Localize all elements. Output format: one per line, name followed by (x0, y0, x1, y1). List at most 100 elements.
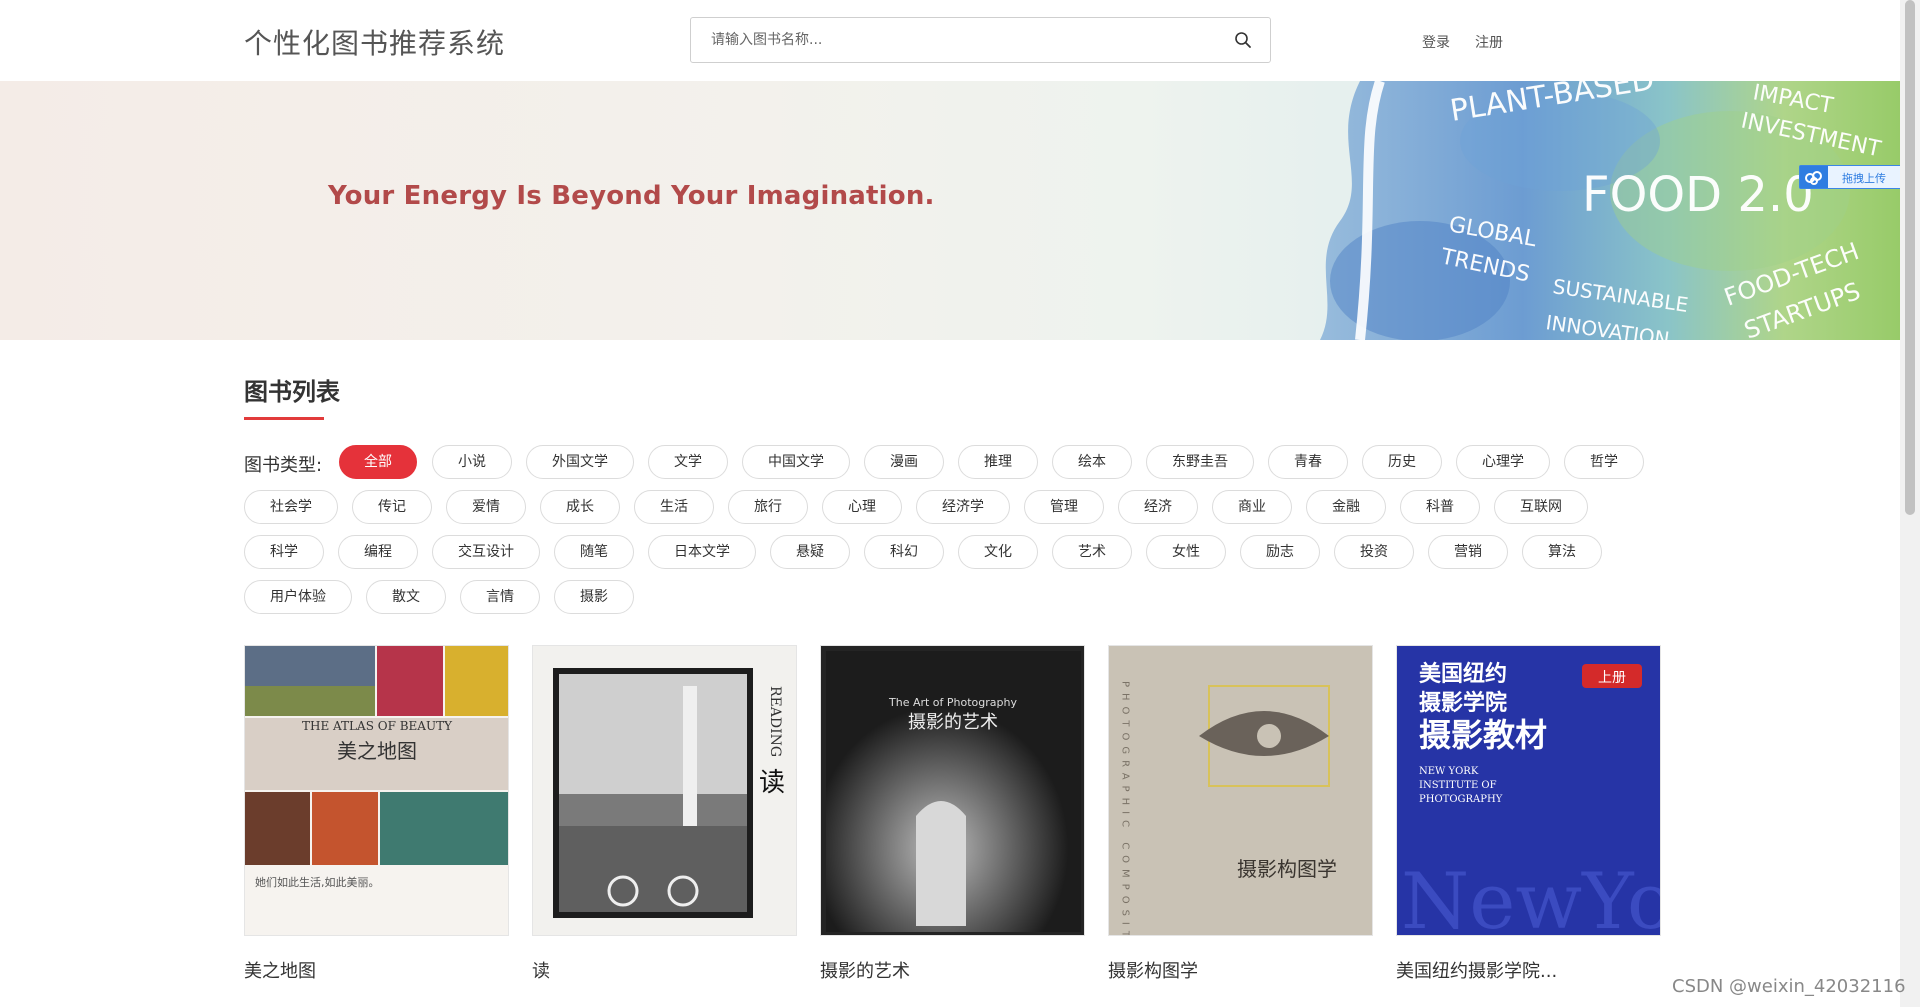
tag-item[interactable]: 绘本 (1052, 445, 1132, 479)
tag-item[interactable]: 心理 (822, 490, 902, 524)
cover-line: 摄影构图学 (1237, 857, 1337, 881)
tag-item[interactable]: 言情 (460, 580, 540, 614)
tag-item[interactable]: 投资 (1334, 535, 1414, 569)
tag-item[interactable]: 艺术 (1052, 535, 1132, 569)
search-input[interactable] (691, 18, 1211, 62)
tag-item[interactable]: 全部 (339, 445, 417, 479)
tag-item[interactable]: 营销 (1428, 535, 1508, 569)
cover-line: 摄影的艺术 (908, 712, 998, 733)
tag-item[interactable]: 旅行 (728, 490, 808, 524)
tag-item[interactable]: 日本文学 (648, 535, 756, 569)
banner-artwork: PLANT-BASED IMPACT INVESTMENT FOOD 2.0 G… (1320, 81, 1900, 340)
csdn-watermark: CSDN @weixin_42032116 (1672, 976, 1906, 997)
upload-badge-label: 拖拽上传 (1842, 172, 1886, 185)
cover-line: 她们如此生活,如此美丽。 (255, 875, 380, 889)
book-card[interactable]: The Art of Photography 摄影的艺术 摄影的艺术 (820, 645, 1085, 982)
tag-item[interactable]: 经济学 (916, 490, 1010, 524)
tag-item[interactable]: 交互设计 (432, 535, 540, 569)
tag-item[interactable]: 传记 (352, 490, 432, 524)
tag-item[interactable]: 互联网 (1494, 490, 1588, 524)
tag-item[interactable]: 心理学 (1456, 445, 1550, 479)
tag-item[interactable]: 小说 (432, 445, 512, 479)
search-box[interactable] (690, 17, 1271, 63)
tag-item[interactable]: 哲学 (1564, 445, 1644, 479)
book-title[interactable]: 读 (532, 957, 550, 983)
tag-item[interactable]: 历史 (1362, 445, 1442, 479)
cover-line: 摄影教材 (1419, 716, 1547, 754)
tag-item[interactable]: 算法 (1522, 535, 1602, 569)
tag-item[interactable]: 文学 (648, 445, 728, 479)
tag-item[interactable]: 摄影 (554, 580, 634, 614)
tag-item[interactable]: 金融 (1306, 490, 1386, 524)
tag-item[interactable]: 爱情 (446, 490, 526, 524)
cover-line: 美之地图 (337, 739, 417, 763)
cover-line: THE ATLAS OF BEAUTY (302, 719, 453, 733)
cover-line: 上册 (1598, 670, 1626, 686)
tag-item[interactable]: 社会学 (244, 490, 338, 524)
book-type-label: 图书类型: (244, 455, 323, 476)
site-title[interactable]: 个性化图书推荐系统 (244, 22, 505, 62)
tag-item[interactable]: 科幻 (864, 535, 944, 569)
upload-badge[interactable]: 拖拽上传 (1799, 165, 1903, 189)
cover-line: PHOTOGRAPHIC COMPOSITION (1120, 681, 1131, 936)
register-link[interactable]: 注册 (1475, 32, 1503, 52)
tag-item[interactable]: 悬疑 (770, 535, 850, 569)
tag-item[interactable]: 外国文学 (526, 445, 634, 479)
book-cover[interactable]: 上册 美国纽约 摄影学院 摄影教材 NEW YORK INSTITUTE OF … (1396, 645, 1661, 936)
section-title: 图书列表 (244, 378, 340, 406)
book-card[interactable]: 上册 美国纽约 摄影学院 摄影教材 NEW YORK INSTITUTE OF … (1396, 645, 1661, 982)
tag-item[interactable]: 用户体验 (244, 580, 352, 614)
cover-line: 摄影学院 (1419, 690, 1507, 716)
book-cover[interactable]: THE ATLAS OF BEAUTY 美之地图 她们如此生活,如此美丽。 (244, 645, 509, 936)
cloud-upload-icon (1800, 166, 1828, 188)
hero-banner: Your Energy Is Beyond Your Imagination. … (0, 81, 1900, 340)
cover-line: PHOTOGRAPHY (1419, 794, 1503, 805)
tag-item[interactable]: 励志 (1240, 535, 1320, 569)
book-cover-art: READING 读 (533, 646, 796, 935)
book-cover[interactable]: PHOTOGRAPHIC COMPOSITION 摄影构图学 (1108, 645, 1373, 936)
book-cover-art: 上册 美国纽约 摄影学院 摄影教材 NEW YORK INSTITUTE OF … (1397, 646, 1661, 936)
tag-item[interactable]: 女性 (1146, 535, 1226, 569)
cover-line: NEW YORK (1419, 766, 1479, 777)
art-word-food: FOOD 2.0 (1582, 167, 1814, 223)
tag-item[interactable]: 中国文学 (742, 445, 850, 479)
tag-item[interactable]: 东野圭吾 (1146, 445, 1254, 479)
cover-line: READING (767, 686, 783, 757)
book-title[interactable]: 美之地图 (244, 957, 316, 983)
tag-item[interactable]: 青春 (1268, 445, 1348, 479)
tag-item[interactable]: 推理 (958, 445, 1038, 479)
book-card[interactable]: READING 读 读 (532, 645, 797, 982)
tag-item[interactable]: 漫画 (864, 445, 944, 479)
book-cover[interactable]: The Art of Photography 摄影的艺术 (820, 645, 1085, 936)
tag-item[interactable]: 成长 (540, 490, 620, 524)
cover-line: NewYork (1401, 857, 1661, 936)
site-header: 个性化图书推荐系统 登录 注册 (0, 0, 1900, 81)
tag-item[interactable]: 散文 (366, 580, 446, 614)
cover-line: 读 (759, 768, 785, 798)
tag-item[interactable]: 编程 (338, 535, 418, 569)
tag-item[interactable]: 管理 (1024, 490, 1104, 524)
tag-item[interactable]: 经济 (1118, 490, 1198, 524)
tag-item[interactable]: 随笔 (554, 535, 634, 569)
tag-item[interactable]: 科学 (244, 535, 324, 569)
login-link[interactable]: 登录 (1422, 32, 1450, 52)
book-card[interactable]: THE ATLAS OF BEAUTY 美之地图 她们如此生活,如此美丽。 美之… (244, 645, 509, 982)
tag-item[interactable]: 文化 (958, 535, 1038, 569)
search-icon[interactable] (1234, 31, 1252, 49)
book-cover-art: The Art of Photography 摄影的艺术 (821, 646, 1084, 935)
tag-item[interactable]: 商业 (1212, 490, 1292, 524)
cover-line: The Art of Photography (888, 696, 1017, 709)
book-card[interactable]: PHOTOGRAPHIC COMPOSITION 摄影构图学 摄影构图学 (1108, 645, 1373, 982)
cover-line: 美国纽约 (1419, 661, 1507, 687)
book-title[interactable]: 摄影的艺术 (820, 957, 910, 983)
book-title[interactable]: 摄影构图学 (1108, 957, 1198, 983)
cover-line: INSTITUTE OF (1419, 780, 1497, 791)
scrollbar-thumb[interactable] (1905, 0, 1915, 515)
book-title[interactable]: 美国纽约摄影学院... (1396, 957, 1557, 983)
book-cover[interactable]: READING 读 (532, 645, 797, 936)
banner-slogan: Your Energy Is Beyond Your Imagination. (328, 181, 935, 211)
page-scrollbar[interactable] (1900, 0, 1920, 1007)
tag-item[interactable]: 生活 (634, 490, 714, 524)
section-title-underline (244, 417, 324, 420)
tag-item[interactable]: 科普 (1400, 490, 1480, 524)
